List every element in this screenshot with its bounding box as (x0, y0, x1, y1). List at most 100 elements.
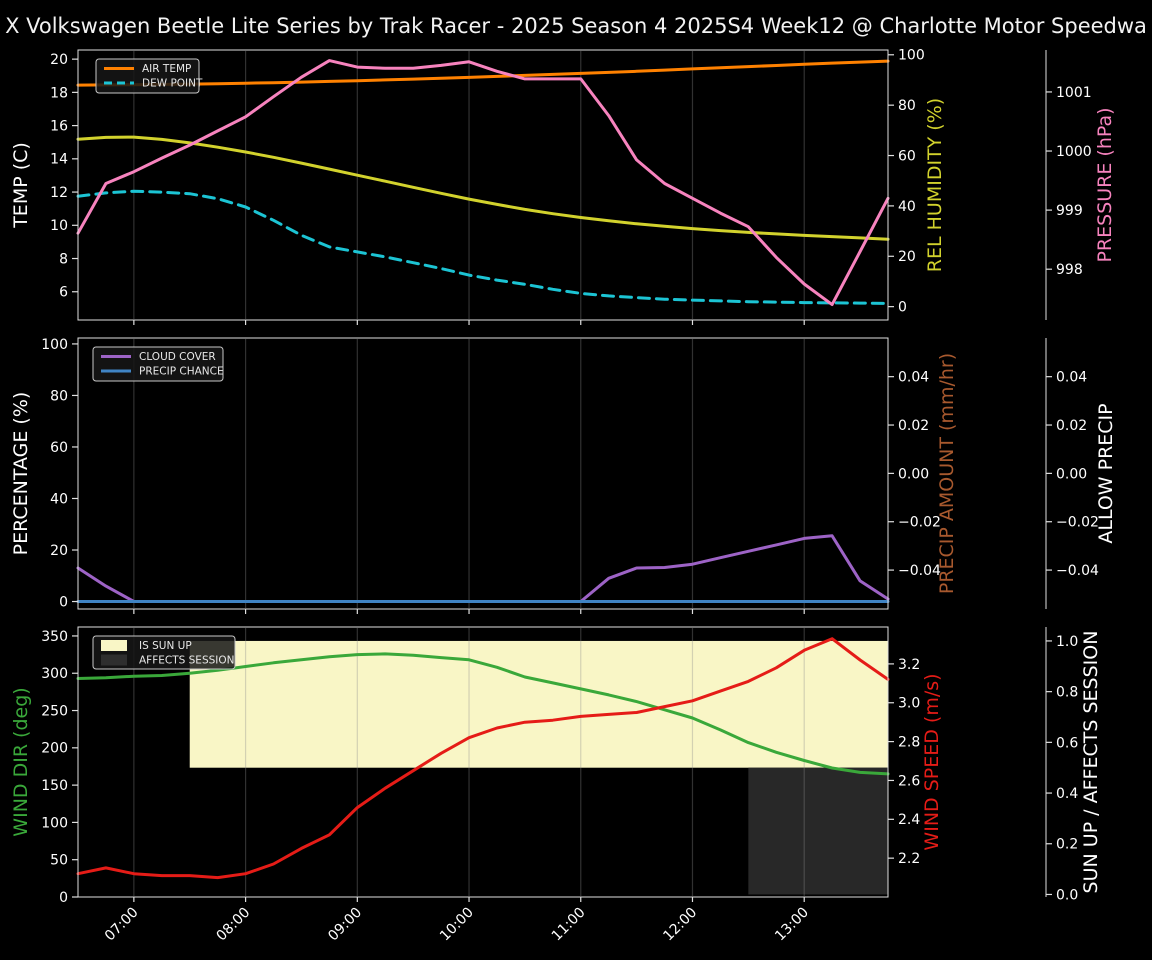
tick-label: 0.6 (1056, 735, 1078, 751)
tick-label: −0.04 (1056, 563, 1099, 579)
y-axis-label-wind-dir-deg: WIND DIR (deg) (10, 687, 32, 836)
tick-label: 250 (41, 703, 68, 719)
tick-label: 350 (41, 629, 68, 645)
tick-label: 998 (1056, 262, 1083, 278)
tick-label: 0.02 (1056, 418, 1087, 434)
tick-label: 12 (50, 185, 68, 201)
subplot-temperature-humidity-pressure: 6 8 10 12 14 16 18 20 TEMP (C) 0 20 40 60 80 100 REL HU… (10, 48, 1116, 325)
tick-label: 100 (41, 337, 68, 353)
tick-label: 0.0 (1056, 887, 1078, 903)
tick-label: 60 (898, 148, 916, 164)
legend: IS SUN UP AFFECTS SESSION (92, 635, 236, 670)
y-axis-right-attached: 0.04 0.02 0.00 −0.02 −0.04 (888, 370, 941, 579)
legend-label-is-sun-up: IS SUN UP (139, 640, 192, 652)
legend-swatch-affects-session (101, 654, 127, 666)
x-tick-label: 08:00 (214, 905, 254, 945)
y-axis-left: 0 50 100 150 200 250 300 350 (41, 629, 78, 906)
series-cloud-cover (76, 534, 890, 603)
tick-label: −0.02 (1056, 515, 1099, 531)
tick-label: −0.04 (898, 563, 941, 579)
tick-label: 1.0 (1056, 634, 1078, 650)
y-axis-right-attached: 0 20 40 60 80 100 (888, 48, 925, 316)
y-axis-label-wind-speed-m-s: WIND SPEED (m/s) (921, 673, 943, 850)
tick-label: 80 (898, 98, 916, 114)
legend-label-affects-session: AFFECTS SESSION (139, 655, 235, 667)
tick-label: 1001 (1056, 85, 1092, 101)
tick-label: 18 (50, 85, 68, 101)
y-axis-left: 6 8 10 12 14 16 18 20 (50, 52, 78, 301)
tick-label: 6 (59, 285, 68, 301)
region-affects-session (748, 767, 888, 895)
weather-forecast-figure: X Volkswagen Beetle Lite Series by Trak … (0, 0, 1152, 960)
x-tick-label: 10:00 (437, 905, 477, 945)
tick-label: 3.2 (898, 657, 920, 673)
gridlines (133, 51, 805, 319)
forecast-plot-canvas: 6 8 10 12 14 16 18 20 TEMP (C) 0 20 40 60 80 100 REL HU… (10, 48, 1117, 945)
tick-label: 0 (898, 300, 907, 316)
legend-label-cloud-cover: CLOUD COVER (139, 351, 216, 363)
tick-label: 10 (50, 218, 68, 234)
tick-label: 0.04 (898, 370, 929, 386)
y-axis-right-attached: 2.2 2.4 2.6 2.8 3.0 3.2 (888, 657, 920, 867)
x-tick-label: 09:00 (325, 905, 365, 945)
y-axis-right-detached: 0.04 0.02 0.00 −0.02 −0.04 (1045, 338, 1099, 609)
tick-label: 0.4 (1056, 786, 1078, 802)
x-axis (133, 609, 805, 614)
tick-label: 0.04 (1056, 370, 1087, 386)
x-tick-label: 12:00 (660, 905, 700, 945)
tick-label: 1000 (1056, 144, 1092, 160)
plot-box (77, 49, 889, 321)
tick-label: 300 (41, 666, 68, 682)
tick-label: 0.8 (1056, 685, 1078, 701)
tick-label: 0.00 (1056, 466, 1087, 482)
legend-swatch-is-sun-up (101, 640, 127, 651)
tick-label: 8 (59, 251, 68, 267)
tick-label: 3.0 (898, 696, 920, 712)
y-axis-right-detached: 998 999 1000 1001 (1045, 50, 1092, 320)
tick-label: 100 (898, 48, 925, 64)
tick-label: −0.02 (898, 515, 941, 531)
tick-label: 14 (50, 152, 68, 168)
x-tick-label: 11:00 (549, 905, 589, 945)
subplot-cloud-precip: 0 20 40 60 80 100 PERCENTAGE (%) 0.04 0.02 0.00 −0… (10, 337, 1117, 614)
legend: CLOUD COVER PRECIP CHANCE (92, 346, 224, 382)
tick-label: 50 (50, 853, 68, 869)
y-axis-label-rel-humidity: REL HUMIDITY (%) (924, 98, 946, 272)
tick-label: 0 (59, 594, 68, 610)
tick-label: 20 (50, 543, 68, 559)
y-axis-label-allow-precip: ALLOW PRECIP (1095, 403, 1117, 543)
tick-label: 40 (50, 491, 68, 507)
legend-label-dew-point: DEW POINT (142, 78, 203, 90)
tick-label: 2.2 (898, 851, 920, 867)
tick-label: 80 (50, 388, 68, 404)
tick-label: 2.8 (898, 735, 920, 751)
tick-label: 16 (50, 119, 68, 135)
tick-label: 60 (50, 440, 68, 456)
x-tick-label: 13:00 (772, 905, 812, 945)
tick-label: 0 (59, 890, 68, 906)
tick-label: 150 (41, 778, 68, 794)
tick-label: 2.6 (898, 773, 920, 789)
x-axis: 07:00 08:00 09:00 10:00 11:00 12:00 13:00 (102, 897, 812, 944)
y-axis-label-pressure-hpa: PRESSURE (hPa) (1094, 107, 1116, 262)
tick-label: 2.4 (898, 812, 920, 828)
subplot-wind-sun: 050100150200250300350WIND DIR (deg)2.22.… (10, 626, 1102, 944)
tick-label: 999 (1056, 203, 1083, 219)
y-axis-label-temp-c: TEMP (C) (10, 142, 32, 229)
tick-label: 0.02 (898, 418, 929, 434)
tick-label: 20 (898, 249, 916, 265)
x-axis (133, 320, 805, 325)
y-axis-label-sun-up-affects-session: SUN UP / AFFECTS SESSION (1080, 631, 1102, 894)
legend-label-precip-chance: PRECIP CHANCE (139, 366, 224, 378)
y-axis-left: 0 20 40 60 80 100 (41, 337, 78, 610)
gridlines (133, 339, 805, 608)
series-pressure (76, 59, 890, 307)
x-tick-label: 07:00 (102, 905, 142, 945)
legend-label-air-temp: AIR TEMP (142, 63, 191, 75)
y-axis-label-percentage: PERCENTAGE (%) (10, 392, 32, 556)
legend: AIR TEMP DEW POINT (95, 58, 203, 94)
tick-label: 40 (898, 199, 916, 215)
series-rel-humidity (76, 135, 890, 241)
tick-label: 100 (41, 815, 68, 831)
y-axis-label-precip-amount-mm-hr: PRECIP AMOUNT (mm/hr) (936, 353, 958, 594)
